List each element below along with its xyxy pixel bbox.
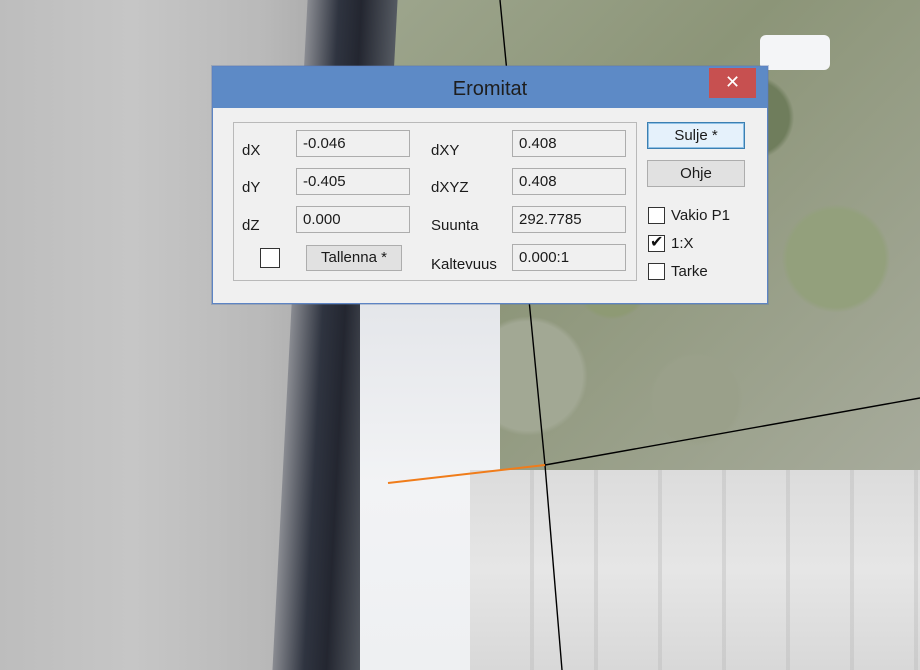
checkmark-icon: ✔ [650, 232, 664, 251]
save-button[interactable]: Tallenna * [306, 245, 402, 271]
dy-field[interactable]: -0.405 [296, 168, 410, 195]
measure-line [387, 464, 546, 484]
tarke-checkbox[interactable] [648, 263, 665, 280]
dx-label: dX [242, 142, 261, 159]
scale-1x-label: 1:X [671, 235, 694, 252]
help-button[interactable]: Ohje [647, 160, 745, 187]
eromitat-dialog: Eromitat ✕ dX -0.046 dY -0.405 dZ 0.000 … [212, 66, 768, 304]
boundary-line-vertical-lower [544, 464, 563, 670]
tarke-label: Tarke [671, 263, 708, 280]
dy-label: dY [242, 179, 261, 196]
kaltevuus-label: Kaltevuus [431, 256, 497, 273]
vakio-p1-checkbox[interactable] [648, 207, 665, 224]
dxy-field[interactable]: 0.408 [512, 130, 626, 157]
boundary-line-diagonal [544, 397, 920, 466]
dz-label: dZ [242, 217, 260, 234]
close-button[interactable]: Sulje * [647, 122, 745, 149]
dxy-label: dXY [431, 142, 460, 159]
values-group: dX -0.046 dY -0.405 dZ 0.000 Tallenna * … [233, 122, 637, 281]
save-checkbox[interactable] [260, 248, 280, 268]
dxyz-field[interactable]: 0.408 [512, 168, 626, 195]
dialog-client: dX -0.046 dY -0.405 dZ 0.000 Tallenna * … [221, 108, 759, 295]
scale-1x-checkbox[interactable]: ✔ [648, 232, 665, 252]
kaltevuus-field[interactable]: 0.000:1 [512, 244, 626, 271]
dxyz-label: dXYZ [431, 179, 469, 196]
dx-field[interactable]: -0.046 [296, 130, 410, 157]
dialog-title: Eromitat [452, 78, 528, 100]
suunta-field[interactable]: 292.7785 [512, 206, 626, 233]
suunta-label: Suunta [431, 217, 479, 234]
close-icon[interactable]: ✕ [709, 68, 756, 98]
vakio-p1-label: Vakio P1 [671, 207, 730, 224]
dz-field[interactable]: 0.000 [296, 206, 410, 233]
